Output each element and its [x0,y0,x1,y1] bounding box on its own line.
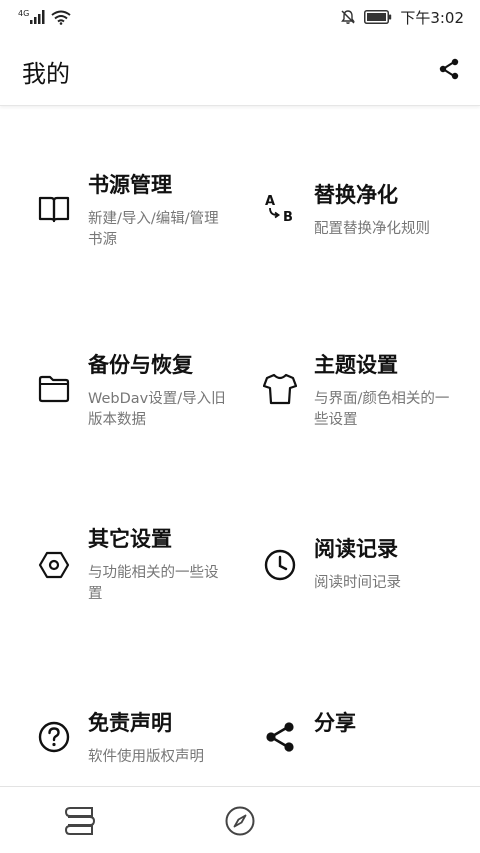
compass-icon [225,806,255,836]
wifi-icon [51,10,71,25]
share-button[interactable] [436,56,462,82]
bottom-nav [0,786,480,853]
tile-backup[interactable]: 备份与恢复 WebDav设置/导入旧版本数据 [0,287,240,467]
bookshelf-icon [64,807,96,835]
tile-desc: 与功能相关的一些设置 [88,565,219,602]
nav-bookshelf[interactable] [62,803,98,839]
signal-icon [30,10,45,24]
tile-replace[interactable]: A B 替换净化 配置替换净化规则 [240,107,480,287]
tile-title: 主题设置 [314,353,398,377]
tile-other-settings[interactable]: 其它设置 与功能相关的一些设置 [0,467,240,647]
clock-icon [262,547,298,583]
tile-book-source[interactable]: 书源管理 新建/导入/编辑/管理书源 [0,107,240,287]
network-type-label: 4G [18,9,30,18]
tile-desc: 软件使用版权声明 [88,749,204,765]
tile-title: 分享 [314,711,356,735]
phone-screen: 4G 下午3:02 我的 书源管理 新建/导入/编辑/管理书源 A B 替换净化… [0,0,480,853]
book-icon [36,191,72,227]
folder-icon [36,371,72,407]
replace-ab-icon: A B [262,191,298,227]
battery-icon [364,10,392,24]
tile-title: 书源管理 [88,173,172,197]
share-icon [439,58,459,80]
app-bar: 我的 [0,34,480,106]
share-icon [262,719,298,755]
status-bar: 4G 下午3:02 [0,0,480,34]
tile-desc: 与界面/颜色相关的一些设置 [314,391,450,428]
status-right: 下午3:02 [340,6,464,28]
tile-desc: 新建/导入/编辑/管理书源 [88,211,219,248]
help-circle-icon [36,719,72,755]
network-icon: 4G [18,10,46,24]
hexagon-nut-icon [36,547,72,583]
icon-letter-b: B [283,210,293,225]
mute-bell-icon [341,10,356,24]
status-left: 4G [18,7,71,27]
tile-title: 阅读记录 [314,537,398,561]
tshirt-icon [262,371,298,407]
tile-reading-record[interactable]: 阅读记录 阅读时间记录 [240,467,480,647]
tile-desc: 阅读时间记录 [314,575,401,591]
tile-desc: WebDav设置/导入旧版本数据 [88,391,226,428]
tile-title: 其它设置 [88,527,172,551]
tile-title: 替换净化 [314,183,398,207]
page-title: 我的 [22,60,70,88]
status-time: 下午3:02 [400,8,464,27]
tile-title: 免责声明 [88,711,172,735]
icon-letter-a: A [265,194,275,209]
tile-title: 备份与恢复 [88,353,193,377]
nav-discover[interactable] [222,803,258,839]
tile-desc: 配置替换净化规则 [314,221,430,237]
tile-theme[interactable]: 主题设置 与界面/颜色相关的一些设置 [240,287,480,467]
